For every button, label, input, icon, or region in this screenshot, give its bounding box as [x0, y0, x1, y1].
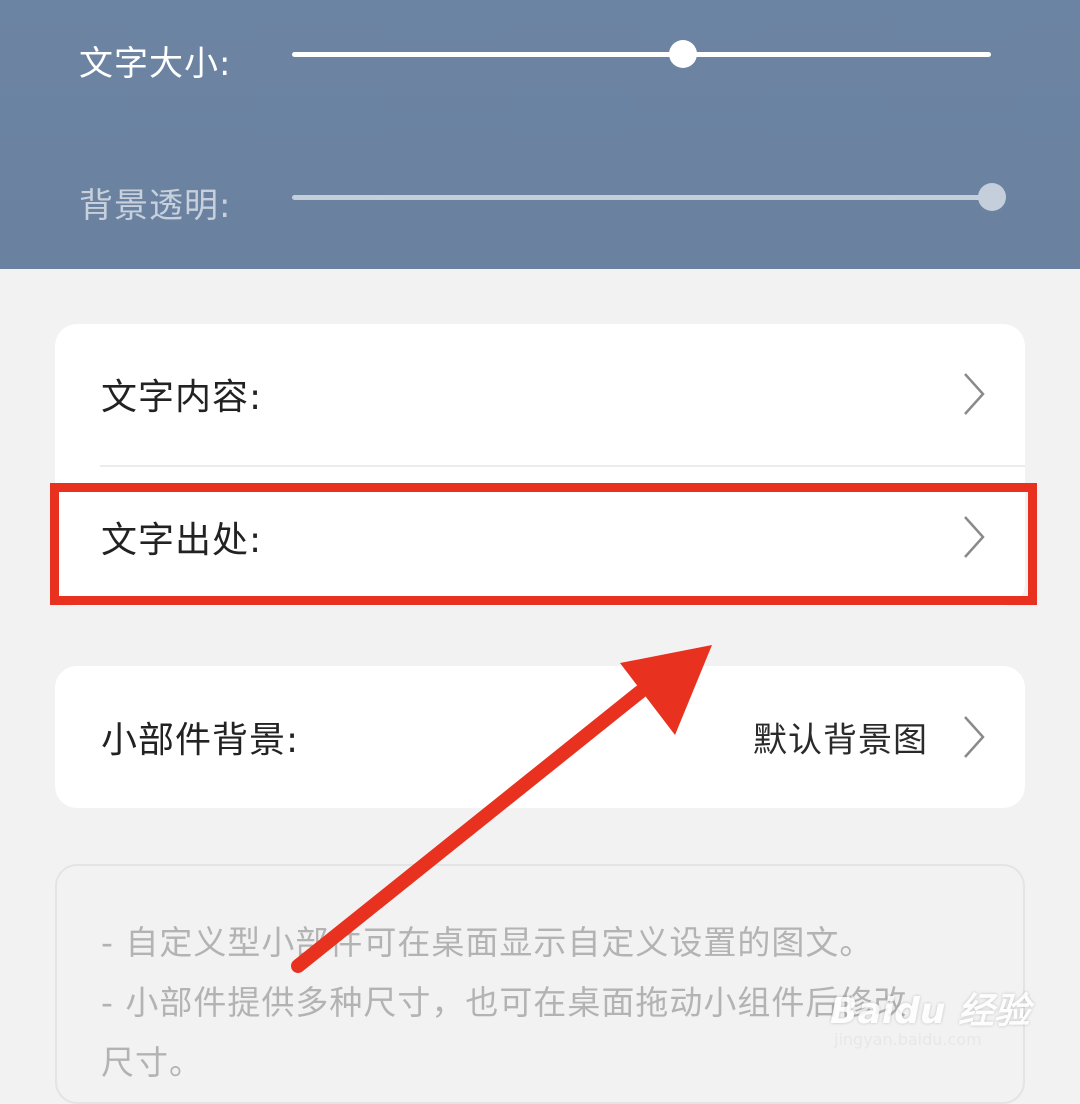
info-line: 尺寸。: [101, 1043, 203, 1082]
text-size-slider-track[interactable]: [292, 52, 991, 57]
highlight-box: [50, 483, 1037, 605]
widget-background-value: 默认背景图: [753, 720, 928, 761]
settings-header: 文字大小: 背景透明:: [0, 0, 1080, 269]
widget-background-row[interactable]: 小部件背景: 默认背景图: [55, 667, 1025, 807]
text-content-row[interactable]: 文字内容:: [55, 324, 1025, 464]
watermark-url: jingyan.baidu.com: [834, 1030, 982, 1049]
text-size-slider-thumb[interactable]: [669, 40, 698, 68]
chevron-right-icon: [964, 716, 985, 758]
bg-opacity-slider-track[interactable]: [292, 195, 1005, 200]
watermark-brand: Baidu 经验: [830, 991, 1031, 1032]
chevron-right-icon: [964, 373, 985, 415]
widget-background-label: 小部件背景:: [101, 720, 300, 761]
text-size-label: 文字大小:: [79, 44, 232, 84]
bg-opacity-label: 背景透明:: [79, 186, 232, 226]
baidu-watermark-logo: Baidu 经验 jingyan.baidu.com: [820, 960, 1070, 1060]
bg-opacity-slider-thumb[interactable]: [978, 183, 1006, 211]
text-content-label: 文字内容:: [101, 377, 263, 418]
info-line: - 自定义型小部件可在桌面显示自定义设置的图文。: [101, 923, 874, 962]
widget-background-card: 小部件背景: 默认背景图: [55, 666, 1025, 808]
info-line: - 小部件提供多种尺寸，也可在桌面拖动小组件后修改: [101, 983, 908, 1022]
